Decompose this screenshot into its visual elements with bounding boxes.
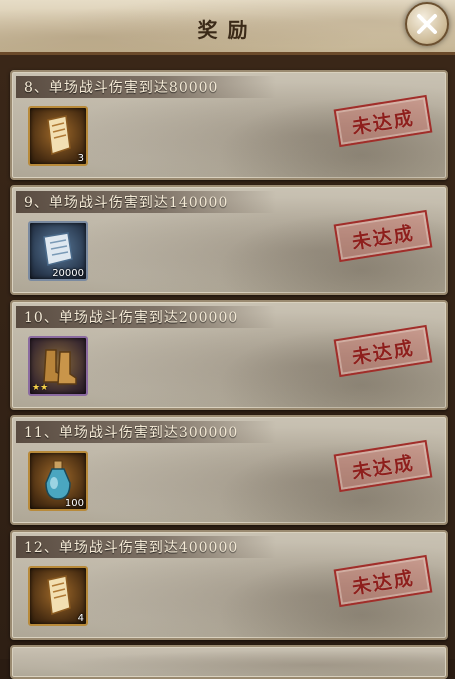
reward-card: 12、单场战斗伤害到达400000 4 未达成 (10, 530, 448, 640)
reward-card: 8、单场战斗伤害到达80000 3 未达成 (10, 70, 448, 180)
status-label: 未达成 (350, 451, 417, 484)
close-button[interactable] (405, 2, 449, 46)
reward-quantity: 20000 (52, 268, 84, 279)
reward-card: 10、单场战斗伤害到达200000 ★★ 未达成 (10, 300, 448, 410)
reward-card: 9、单场战斗伤害到达140000 20000 未达成 (10, 185, 448, 295)
reward-header: 奖励 (0, 0, 455, 55)
status-stamp: 未达成 (333, 94, 433, 148)
reward-item[interactable]: ★★ (28, 336, 88, 396)
reward-quantity: 3 (77, 153, 84, 164)
reward-list[interactable]: 8、单场战斗伤害到达80000 3 未达成 9、单场战斗伤害到达140000 2… (0, 55, 455, 679)
task-label: 10、单场战斗伤害到达200000 (24, 310, 239, 326)
task-label: 12、单场战斗伤害到达400000 (24, 540, 239, 556)
reward-item[interactable]: 20000 (28, 221, 88, 281)
status-stamp: 未达成 (333, 554, 433, 608)
status-stamp: 未达成 (333, 324, 433, 378)
status-label: 未达成 (350, 336, 417, 369)
status-label: 未达成 (350, 566, 417, 599)
page-title: 奖励 (197, 18, 258, 42)
close-icon (417, 14, 437, 34)
reward-quantity: 100 (64, 498, 84, 509)
reward-quantity: 4 (77, 613, 84, 624)
status-label: 未达成 (350, 221, 417, 254)
reward-card: 11、单场战斗伤害到达300000 100 未达成 (10, 415, 448, 525)
task-label: 8、单场战斗伤害到达80000 (24, 80, 219, 96)
task-label: 9、单场战斗伤害到达140000 (24, 195, 229, 211)
task-label: 11、单场战斗伤害到达300000 (24, 425, 239, 441)
reward-item[interactable]: 3 (28, 106, 88, 166)
reward-item[interactable]: 4 (28, 566, 88, 626)
reward-card-partial (10, 645, 448, 679)
star-rating-icon: ★★ (32, 383, 49, 393)
status-label: 未达成 (350, 106, 417, 139)
status-stamp: 未达成 (333, 209, 433, 263)
reward-item[interactable]: 100 (28, 451, 88, 511)
status-stamp: 未达成 (333, 439, 433, 493)
